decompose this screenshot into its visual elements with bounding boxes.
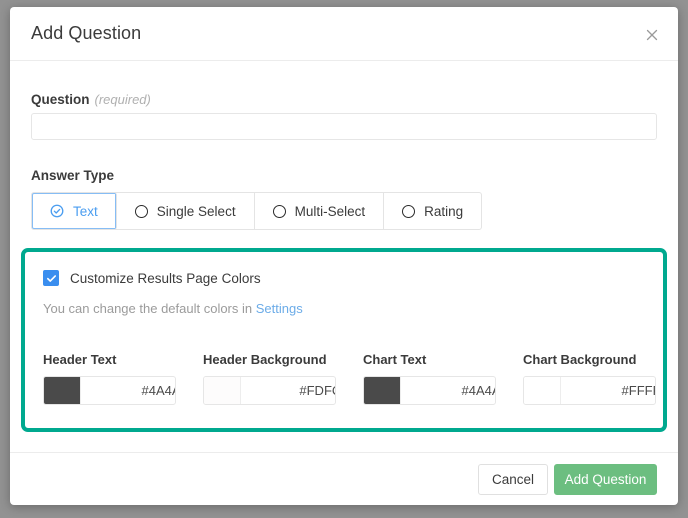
color-fields-row: Header Text Header Background Chart Text xyxy=(43,352,678,405)
answer-type-option-rating[interactable]: Rating xyxy=(384,193,481,229)
answer-type-option-label: Single Select xyxy=(156,203,236,219)
color-field-label: Header Background xyxy=(203,352,327,367)
customize-colors-hint: You can change the default colors in Set… xyxy=(43,301,303,316)
modal-footer: Cancel Add Question xyxy=(10,452,678,505)
answer-type-radio-group: Text Single Select Multi-Select Rating xyxy=(31,192,483,230)
radio-unselected-icon xyxy=(134,204,148,218)
answer-type-option-text[interactable]: Text xyxy=(32,193,117,229)
color-field-label: Chart Text xyxy=(363,352,427,367)
radio-unselected-icon xyxy=(402,204,416,218)
add-question-button[interactable]: Add Question xyxy=(554,464,657,495)
add-question-modal: Add Question Question (required) Answer T… xyxy=(10,7,678,505)
radio-unselected-icon xyxy=(272,204,286,218)
customize-colors-panel: Customize Results Page Colors You can ch… xyxy=(21,248,667,432)
answer-type-label: Answer Type xyxy=(31,168,115,183)
color-input-wrap xyxy=(203,376,336,405)
color-field-chart-text: Chart Text xyxy=(363,352,523,405)
color-field-header-text: Header Text xyxy=(43,352,203,405)
answer-type-option-multi-select[interactable]: Multi-Select xyxy=(255,193,385,229)
question-label: Question (required) xyxy=(31,92,151,107)
color-swatch[interactable] xyxy=(364,377,401,404)
close-icon[interactable] xyxy=(641,24,663,46)
question-label-text: Question xyxy=(31,92,90,107)
settings-link[interactable]: Settings xyxy=(256,301,303,316)
color-input-wrap xyxy=(43,376,176,405)
question-required-note: (required) xyxy=(94,92,151,107)
color-swatch[interactable] xyxy=(524,377,561,404)
radio-selected-check-icon xyxy=(50,204,64,218)
answer-type-option-single-select[interactable]: Single Select xyxy=(117,193,255,229)
checkmark-icon xyxy=(46,274,56,282)
color-hex-input[interactable] xyxy=(401,377,495,404)
question-input[interactable] xyxy=(31,113,657,140)
color-hex-input[interactable] xyxy=(561,377,655,404)
color-input-wrap xyxy=(523,376,656,405)
cancel-button[interactable]: Cancel xyxy=(478,464,548,495)
answer-type-option-label: Multi-Select xyxy=(294,203,366,219)
color-field-label: Chart Background xyxy=(523,352,637,367)
customize-colors-label: Customize Results Page Colors xyxy=(70,270,261,286)
answer-type-option-label: Text xyxy=(73,203,98,219)
color-swatch[interactable] xyxy=(204,377,241,404)
color-hex-input[interactable] xyxy=(81,377,175,404)
color-input-wrap xyxy=(363,376,496,405)
customize-colors-checkbox[interactable] xyxy=(43,270,59,286)
color-swatch[interactable] xyxy=(44,377,81,404)
hint-text: You can change the default colors in xyxy=(43,301,253,316)
page-title: Add Question xyxy=(31,23,142,43)
modal-body: Question (required) Answer Type Text Sing… xyxy=(10,61,678,451)
color-field-chart-background: Chart Background xyxy=(523,352,678,405)
answer-type-option-label: Rating xyxy=(424,203,464,219)
customize-colors-checkbox-row[interactable]: Customize Results Page Colors xyxy=(43,270,261,286)
color-field-header-background: Header Background xyxy=(203,352,363,405)
color-hex-input[interactable] xyxy=(241,377,335,404)
color-field-label: Header Text xyxy=(43,352,117,367)
modal-header: Add Question xyxy=(10,7,678,61)
